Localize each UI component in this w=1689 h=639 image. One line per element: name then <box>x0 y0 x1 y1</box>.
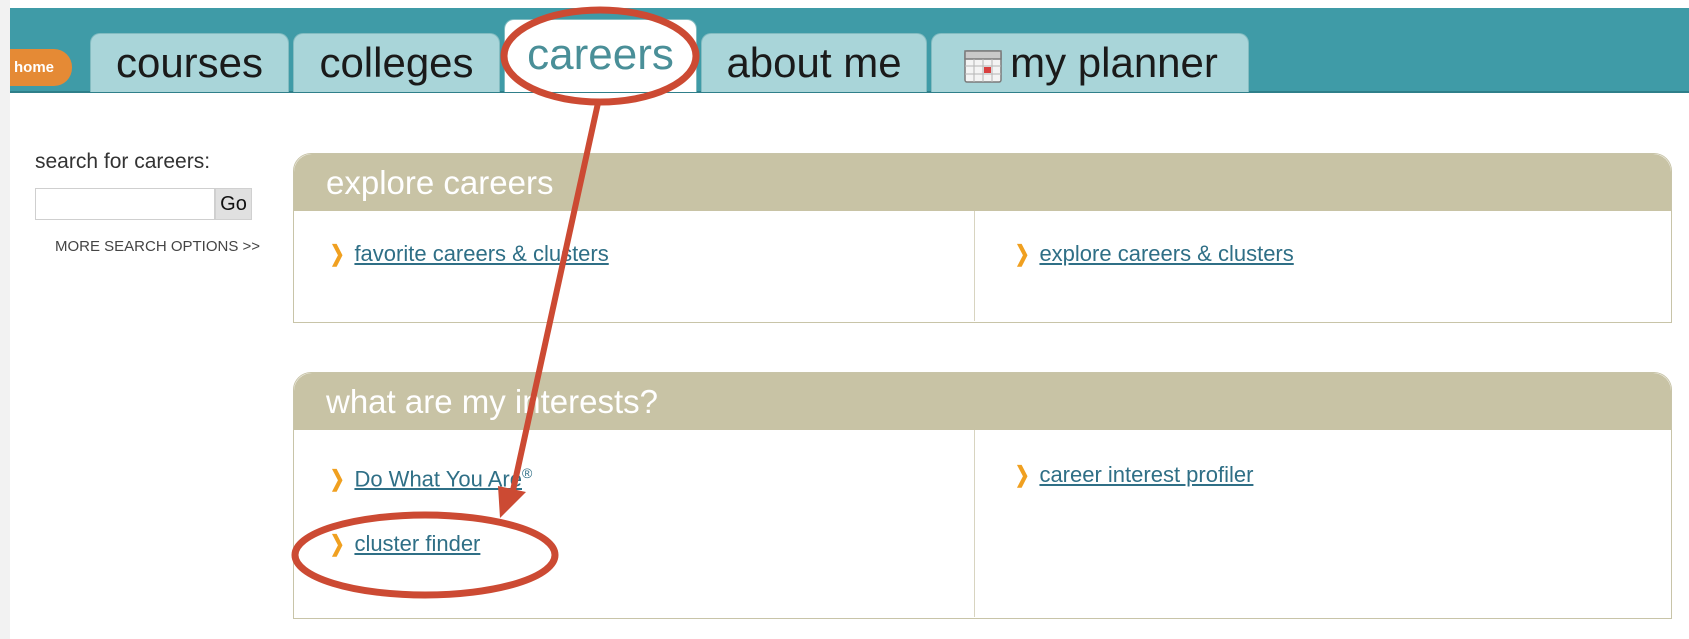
career-interest-profiler-link[interactable]: career interest profiler <box>1039 462 1253 487</box>
tab-my-planner-label: my planner <box>1010 39 1218 86</box>
cluster-finder-link-item[interactable]: ❯ cluster finder <box>328 531 481 557</box>
tab-courses[interactable]: courses <box>90 33 289 92</box>
favorite-careers-link-item[interactable]: ❯ favorite careers & clusters <box>328 241 609 267</box>
page-left-rail <box>0 0 10 639</box>
search-label: search for careers: <box>35 150 211 173</box>
interests-panel: what are my interests? ❯ Do What You Are®… <box>293 372 1672 619</box>
tab-my-planner[interactable]: my planner <box>931 33 1249 92</box>
explore-careers-link-item[interactable]: ❯ explore careers & clusters <box>1013 241 1294 267</box>
calendar-icon <box>962 43 1004 83</box>
panel-divider <box>974 430 975 617</box>
go-button[interactable]: Go <box>215 188 252 220</box>
explore-careers-link[interactable]: explore careers & clusters <box>1039 241 1293 266</box>
cluster-finder-link[interactable]: cluster finder <box>354 531 480 556</box>
home-button[interactable]: home <box>10 49 72 86</box>
chevron-right-icon: ❯ <box>1014 462 1030 487</box>
career-search: search for careers: Go MORE SEARCH OPTIO… <box>35 150 260 255</box>
tab-careers[interactable]: careers <box>504 19 697 92</box>
tab-about-me[interactable]: about me <box>701 33 927 92</box>
registered-mark: ® <box>522 465 533 481</box>
chevron-right-icon: ❯ <box>329 241 345 266</box>
explore-careers-heading: explore careers <box>294 154 1671 211</box>
more-search-options-link[interactable]: MORE SEARCH OPTIONS >> <box>55 238 260 255</box>
favorite-careers-link[interactable]: favorite careers & clusters <box>354 241 608 266</box>
do-what-you-are-link-item[interactable]: ❯ Do What You Are® <box>328 465 532 492</box>
tab-colleges[interactable]: colleges <box>293 33 500 92</box>
panel-divider <box>974 211 975 321</box>
chevron-right-icon: ❯ <box>329 466 345 492</box>
interests-heading: what are my interests? <box>294 373 1671 430</box>
do-what-you-are-link[interactable]: Do What You Are <box>354 466 522 491</box>
explore-careers-panel: explore careers ❯ favorite careers & clus… <box>293 153 1672 323</box>
chevron-right-icon: ❯ <box>329 531 345 556</box>
chevron-right-icon: ❯ <box>1014 241 1030 266</box>
career-interest-profiler-link-item[interactable]: ❯ career interest profiler <box>1013 462 1254 488</box>
career-search-input[interactable] <box>35 188 215 220</box>
